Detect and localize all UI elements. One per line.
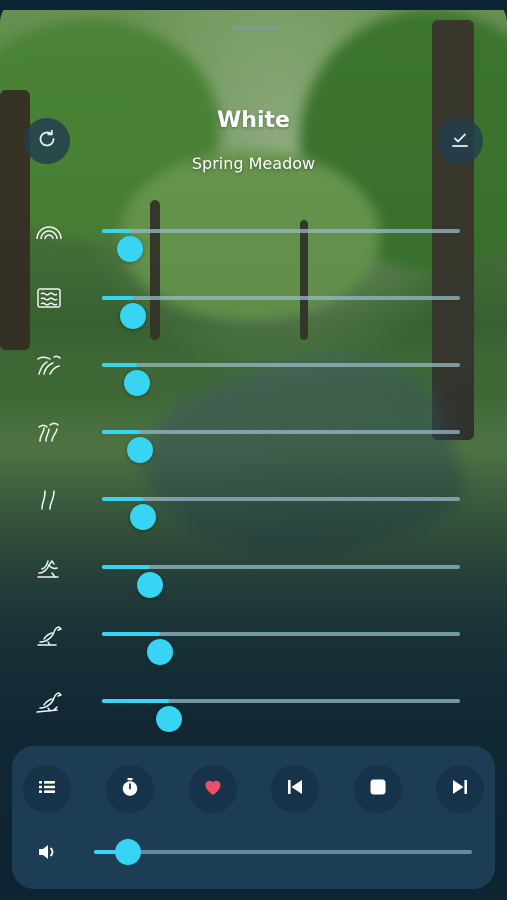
sound-row — [0, 614, 507, 665]
volume-slider[interactable] — [102, 565, 460, 598]
volume-slider[interactable] — [102, 497, 460, 530]
check-icon — [448, 127, 472, 155]
volume-slider[interactable] — [102, 699, 460, 732]
favorite-button[interactable] — [189, 765, 237, 813]
slider-thumb[interactable] — [147, 639, 173, 665]
top-strip — [0, 0, 507, 10]
grass-wind-icon — [34, 351, 64, 379]
drag-handle[interactable] — [233, 26, 279, 30]
slider-thumb[interactable] — [127, 437, 153, 463]
stop-icon — [367, 776, 389, 802]
rainbow-icon — [34, 217, 64, 245]
master-volume-thumb[interactable] — [115, 839, 141, 865]
stop-button[interactable] — [354, 765, 402, 813]
timer-icon — [119, 776, 141, 802]
heart-icon — [202, 776, 224, 802]
sound-row — [0, 345, 507, 396]
master-volume-slider[interactable] — [94, 839, 472, 865]
volume-slider[interactable] — [102, 430, 460, 463]
next-icon — [449, 776, 471, 802]
confirm-button[interactable] — [437, 118, 483, 164]
speaker-icon[interactable] — [36, 840, 60, 864]
stream-icon — [34, 485, 64, 513]
sound-row — [0, 278, 507, 329]
volume-slider[interactable] — [102, 296, 460, 329]
player-panel — [12, 746, 495, 889]
songbird-branch-icon — [34, 687, 64, 715]
page-subtitle: Spring Meadow — [191, 154, 316, 173]
birds-flock-icon — [34, 553, 64, 581]
slider-thumb[interactable] — [117, 236, 143, 262]
songbird-icon — [34, 620, 64, 648]
volume-slider[interactable] — [102, 363, 460, 396]
slider-thumb[interactable] — [130, 504, 156, 530]
next-button[interactable] — [436, 765, 484, 813]
page-title: White — [217, 108, 290, 133]
rapids-icon — [34, 418, 64, 446]
slider-thumb[interactable] — [137, 572, 163, 598]
volume-slider[interactable] — [102, 229, 460, 262]
playlist-button[interactable] — [23, 765, 71, 813]
slider-thumb[interactable] — [156, 706, 182, 732]
sound-row — [0, 681, 507, 732]
timer-button[interactable] — [106, 765, 154, 813]
slider-thumb[interactable] — [120, 303, 146, 329]
volume-slider[interactable] — [102, 632, 460, 665]
previous-icon — [284, 776, 306, 802]
sound-row — [0, 412, 507, 463]
sound-row — [0, 211, 507, 262]
slider-thumb[interactable] — [124, 370, 150, 396]
waves-box-icon — [34, 284, 64, 312]
list-icon — [36, 776, 58, 802]
sound-row — [0, 547, 507, 598]
sound-row — [0, 479, 507, 530]
previous-button[interactable] — [271, 765, 319, 813]
